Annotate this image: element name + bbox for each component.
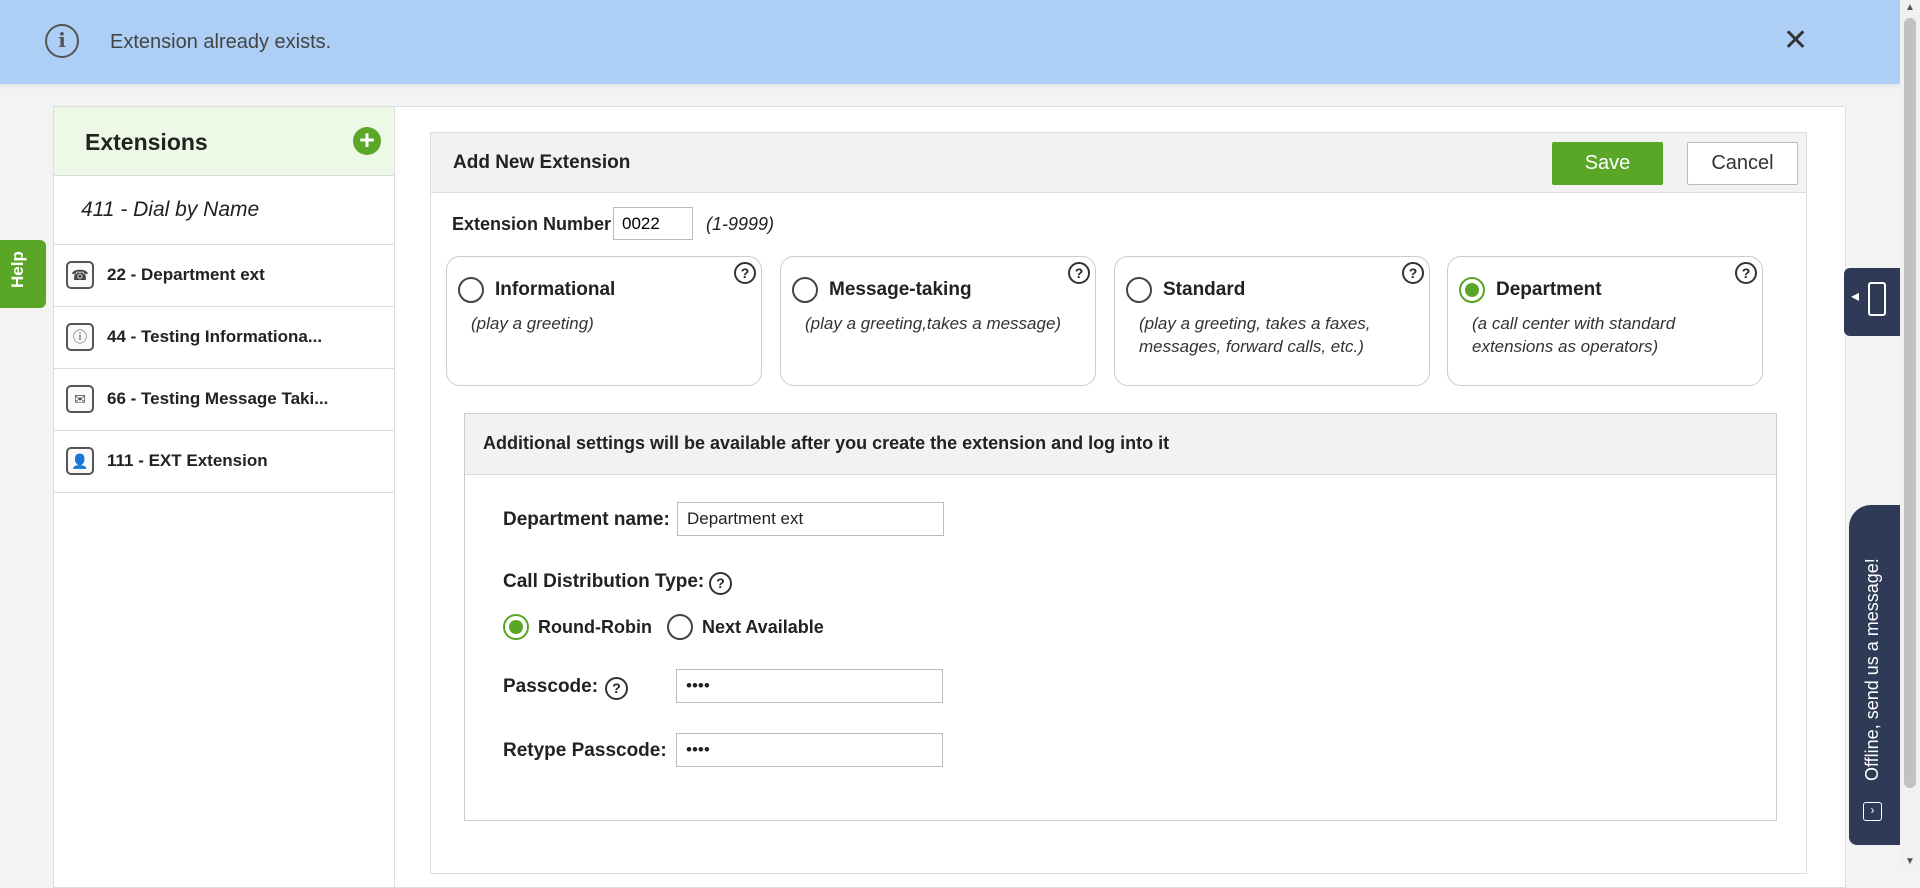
- extension-number-range: (1-9999): [706, 214, 775, 234]
- retype-passcode-label: Retype Passcode:: [503, 740, 667, 761]
- add-extension-button[interactable]: +: [353, 127, 381, 155]
- settings-header: Additional settings will be available af…: [465, 414, 1776, 475]
- type-description: (play a greeting): [471, 314, 594, 333]
- plus-circle-icon: +: [359, 125, 375, 155]
- type-card-department[interactable]: Department (a call center with standard …: [1447, 256, 1763, 386]
- sidebar-header: Extensions +: [54, 107, 394, 176]
- extension-number-label: Extension Number: [452, 214, 612, 234]
- next-available-radio[interactable]: [667, 614, 693, 640]
- add-extension-panel: Add New Extension Save Cancel Extension …: [430, 132, 1807, 874]
- notification-bar: i Extension already exists. ✕: [0, 0, 1900, 84]
- sidebar-item-dial-by-name[interactable]: 411 - Dial by Name: [54, 176, 394, 245]
- message-taking-radio[interactable]: [792, 277, 818, 303]
- additional-settings: Additional settings will be available af…: [464, 413, 1777, 821]
- department-name-label: Department name:: [503, 509, 670, 530]
- user-extension-icon: 👤: [66, 447, 94, 475]
- call-distribution-label: Call Distribution Type:: [503, 571, 705, 592]
- question-icon[interactable]: ?: [605, 677, 628, 700]
- passcode-input[interactable]: [676, 669, 943, 703]
- sidebar-item-testing-message-taking[interactable]: ✉ 66 - Testing Message Taki...: [54, 369, 394, 431]
- type-card-informational[interactable]: Informational (play a greeting) ?: [446, 256, 762, 386]
- sidebar-item-label: 66 - Testing Message Taki...: [107, 389, 329, 408]
- chat-widget[interactable]: Offline, send us a message! ›: [1849, 505, 1900, 845]
- sidebar-item-label: 44 - Testing Informationa...: [107, 327, 323, 346]
- extension-number-input[interactable]: [613, 207, 693, 240]
- help-tab-label: Help: [8, 251, 27, 288]
- mobile-app-tab[interactable]: ◂: [1844, 268, 1900, 336]
- message-taking-icon: ✉: [66, 385, 94, 413]
- phone-icon: [1868, 282, 1886, 316]
- next-available-label: Next Available: [702, 617, 824, 637]
- type-name: Standard: [1163, 279, 1246, 300]
- scrollbar-thumb[interactable]: [1904, 18, 1916, 788]
- type-description: (play a greeting,takes a message): [805, 314, 1062, 333]
- scroll-down-icon[interactable]: ▼: [1905, 856, 1915, 867]
- type-name: Informational: [495, 279, 616, 300]
- question-icon[interactable]: ?: [1402, 262, 1424, 284]
- info-icon: i: [45, 24, 79, 58]
- close-icon[interactable]: ✕: [1783, 24, 1808, 58]
- type-card-message-taking[interactable]: Message-taking (play a greeting,takes a …: [780, 256, 1096, 386]
- sidebar-item-label: 22 - Department ext: [107, 265, 265, 284]
- scroll-up-icon[interactable]: ▲: [1905, 2, 1915, 13]
- save-button[interactable]: Save: [1552, 142, 1663, 185]
- type-description: (play a greeting, takes a faxes, message…: [1139, 314, 1371, 356]
- department-radio[interactable]: [1459, 277, 1485, 303]
- question-icon[interactable]: ?: [1068, 262, 1090, 284]
- standard-radio[interactable]: [1126, 277, 1152, 303]
- notification-message: Extension already exists.: [110, 31, 332, 53]
- sidebar-item-testing-informational[interactable]: ⓘ 44 - Testing Informationa...: [54, 307, 394, 369]
- arrow-left-icon: ◂: [1851, 288, 1860, 305]
- chat-widget-label: Offline, send us a message!: [1862, 558, 1882, 781]
- passcode-label: Passcode:: [503, 676, 599, 697]
- extensions-sidebar: Extensions + 411 - Dial by Name ☎ 22 - D…: [54, 107, 395, 887]
- type-description: (a call center with standard extensions …: [1472, 314, 1676, 356]
- type-name: Department: [1496, 279, 1602, 300]
- sidebar-title: Extensions: [85, 129, 208, 155]
- round-robin-label: Round-Robin: [538, 617, 652, 637]
- sidebar-item-department-ext[interactable]: ☎ 22 - Department ext: [54, 245, 394, 307]
- sidebar-item-label: 411 - Dial by Name: [81, 198, 260, 221]
- expand-icon[interactable]: ›: [1863, 802, 1882, 821]
- round-robin-radio[interactable]: [503, 614, 529, 640]
- cancel-button[interactable]: Cancel: [1687, 142, 1798, 185]
- page-title: Add New Extension: [453, 152, 631, 173]
- sidebar-item-label: 111 - EXT Extension: [107, 451, 268, 470]
- department-name-input[interactable]: [677, 502, 944, 536]
- settings-header-text: Additional settings will be available af…: [483, 433, 1170, 453]
- info-icon: ⓘ: [66, 323, 94, 351]
- sidebar-item-ext-extension[interactable]: 👤 111 - EXT Extension: [54, 431, 394, 493]
- help-tab[interactable]: Help: [0, 240, 46, 308]
- vertical-scrollbar[interactable]: ▲ ▼: [1900, 0, 1920, 869]
- department-phone-icon: ☎: [66, 261, 94, 289]
- retype-passcode-input[interactable]: [676, 733, 943, 767]
- question-icon[interactable]: ?: [709, 572, 732, 595]
- panel-header: Add New Extension Save Cancel: [431, 133, 1806, 193]
- question-icon[interactable]: ?: [1735, 262, 1757, 284]
- question-icon[interactable]: ?: [734, 262, 756, 284]
- type-card-standard[interactable]: Standard (play a greeting, takes a faxes…: [1114, 256, 1430, 386]
- type-name: Message-taking: [829, 279, 972, 300]
- informational-radio[interactable]: [458, 277, 484, 303]
